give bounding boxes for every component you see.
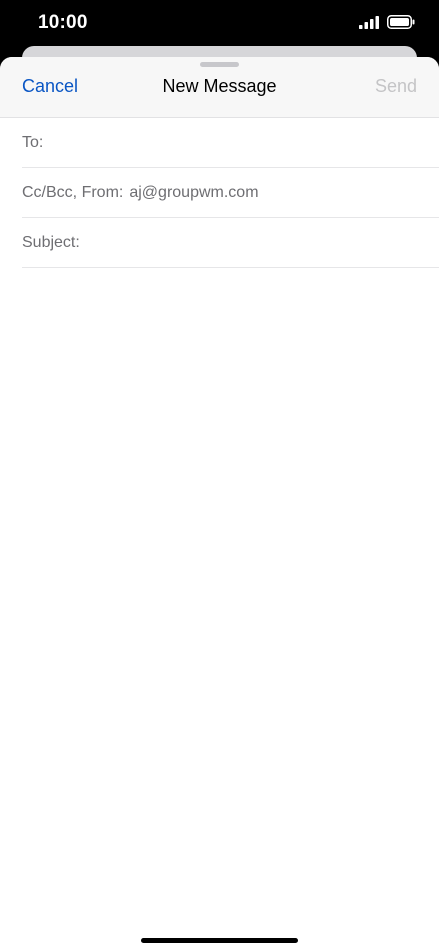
home-indicator[interactable] (141, 938, 298, 943)
cc-bcc-from-label: Cc/Bcc, From: (22, 183, 124, 201)
compose-title: New Message (162, 76, 277, 96)
to-field[interactable]: To: (22, 118, 439, 168)
message-body[interactable] (0, 268, 439, 888)
send-button[interactable]: Send (375, 76, 417, 97)
subject-field[interactable]: Subject: (22, 218, 439, 268)
to-label: To: (22, 133, 44, 151)
compose-nav-bar: Cancel New Message Send (0, 57, 439, 118)
subject-input[interactable] (80, 218, 439, 267)
sheet-grabber[interactable] (200, 62, 239, 67)
status-icons (359, 15, 415, 34)
to-input[interactable] (43, 118, 439, 167)
battery-icon (387, 15, 415, 34)
phone-screen: 10:00 Cancel New Message Send To: Cc/Bcc… (0, 0, 439, 952)
compose-sheet: Cancel New Message Send To: Cc/Bcc, From… (0, 57, 439, 952)
notch (112, 0, 328, 32)
status-time: 10:00 (38, 12, 88, 33)
cc-bcc-from-field[interactable]: Cc/Bcc, From: aj@groupwm.com (22, 168, 439, 218)
status-bar: 10:00 (0, 0, 439, 46)
signal-icon (359, 15, 379, 34)
from-address[interactable]: aj@groupwm.com (129, 184, 258, 202)
subject-label: Subject: (22, 233, 80, 251)
